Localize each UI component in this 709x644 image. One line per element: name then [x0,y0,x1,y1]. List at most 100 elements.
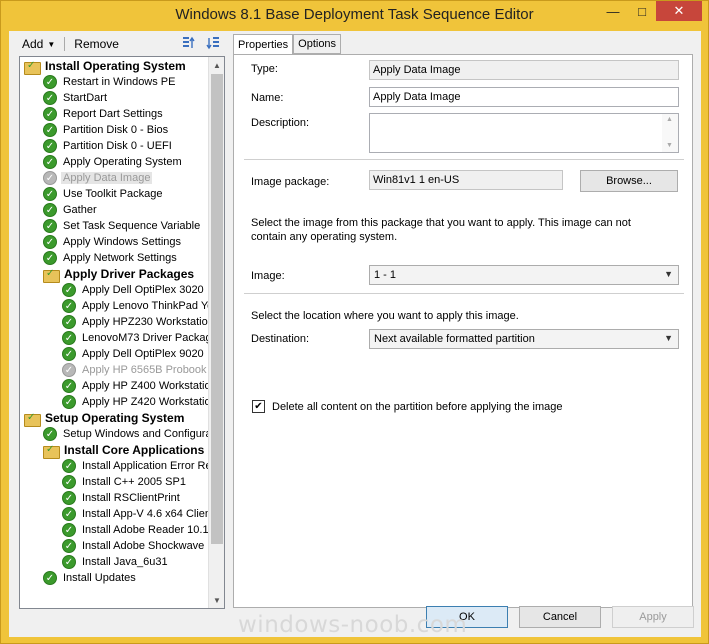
tree-item-label: LenovoM73 Driver Packag [82,332,208,344]
image-select-value: 1 - 1 [374,269,397,281]
image-package-label: Image package: [251,176,330,188]
remove-button[interactable]: Remove [69,37,124,51]
tree-item-label: Setup Windows and Configura [63,428,208,440]
tree-step[interactable]: ✓ Install Adobe Reader 10.1 [62,522,208,538]
scroll-down-icon[interactable]: ▼ [666,142,673,149]
scroll-thumb[interactable] [211,74,223,544]
tree-step[interactable]: ✓ Apply Operating System [43,154,184,170]
tree-item-label: Apply Network Settings [63,252,177,264]
tree-step[interactable]: ✓ StartDart [43,90,109,106]
tree-group[interactable]: Install Operating System [24,58,188,75]
tree-group[interactable]: Install Core Applications [43,442,206,459]
tree-step[interactable]: ✓ Install RSClientPrint [62,490,182,506]
tree-step[interactable]: ✓ Install App-V 4.6 x64 Client [62,506,208,522]
tree-group[interactable]: Apply Driver Packages [43,266,196,283]
add-label: Add [22,37,44,51]
delete-content-checkbox[interactable]: ✔ [252,400,265,413]
destination-select-value: Next available formatted partition [374,333,535,345]
check-icon: ✓ [43,107,57,121]
close-button[interactable]: ✕ [656,1,702,21]
cancel-button[interactable]: Cancel [519,606,601,628]
select-image-text-1: Select the image from this package that … [251,217,631,229]
tree-step[interactable]: ✓ Apply HPZ230 Workstation [62,314,208,330]
scroll-up-icon[interactable]: ▲ [209,57,224,73]
check-icon: ✓ [62,315,76,329]
toolbar-icons [181,35,221,51]
chevron-down-icon: ▼ [664,333,673,343]
tree-item-label: Apply Windows Settings [63,236,181,248]
tree-step[interactable]: ✓ Apply Dell OptiPlex 3020 [62,282,206,298]
tree-step[interactable]: ✓ Apply HP Z400 Workstatio [62,378,208,394]
tree-step[interactable]: ✓ Use Toolkit Package [43,186,164,202]
tree-step[interactable]: ✓ Restart in Windows PE [43,74,177,90]
tree-step[interactable]: ✓ Gather [43,202,99,218]
tree-scrollbar[interactable]: ▲ ▼ [208,57,224,608]
editor-window: Windows 8.1 Base Deployment Task Sequenc… [0,0,709,644]
description-scrollbar[interactable]: ▲ ▼ [662,114,678,152]
folder-icon [43,444,60,459]
tree-step[interactable]: ✓ Set Task Sequence Variable [43,218,202,234]
apply-button[interactable]: Apply [612,606,694,628]
tree-step[interactable]: ✓ Install C++ 2005 SP1 [62,474,188,490]
check-icon: ✓ [62,523,76,537]
tree-step[interactable]: ✓ Apply Dell OptiPlex 9020 [62,346,206,362]
tree-item-label: Install Core Applications [64,443,205,457]
check-icon: ✓ [43,219,57,233]
tree-step[interactable]: ✓ Apply Windows Settings [43,234,183,250]
description-label: Description: [251,117,310,129]
task-sequence-tree[interactable]: Install Operating System ✓ Restart in Wind… [19,56,225,609]
tree-step[interactable]: ✓ Partition Disk 0 - UEFI [43,138,174,154]
minimize-button[interactable]: — [598,1,628,21]
tree-item-label: Install App-V 4.6 x64 Client [82,508,208,520]
tree-step[interactable]: ✓ Report Dart Settings [43,106,165,122]
check-icon: ✓ [62,363,76,377]
check-icon: ✓ [62,395,76,409]
tree-step[interactable]: ✓ Apply HP Z420 Workstatio [62,394,208,410]
tree-step[interactable]: ✓ Apply HP 6565B Probook [62,362,208,378]
chevron-down-icon: ▼ [47,39,56,49]
tab-options[interactable]: Options [293,34,342,54]
tree-step[interactable]: ✓ Install Application Error Rep [62,458,208,474]
maximize-button[interactable]: □ [628,1,656,21]
tree-step[interactable]: ✓ Setup Windows and Configura [43,426,208,442]
tree-item-label: Partition Disk 0 - UEFI [63,140,172,152]
select-location-text: Select the location where you want to ap… [251,310,519,322]
name-label: Name: [251,92,284,104]
tree-group[interactable]: Setup Operating System [24,410,186,427]
check-icon: ✓ [62,555,76,569]
add-button[interactable]: Add ▼ [17,37,60,51]
image-label: Image: [251,270,285,282]
tree-item-label: Install Application Error Rep [82,460,208,472]
tree-step[interactable]: ✓ Apply Network Settings [43,250,179,266]
scroll-up-icon[interactable]: ▲ [666,116,673,123]
tree-item-label: Apply Operating System [63,156,182,168]
tree-step[interactable]: ✓ Install Updates [43,570,138,586]
tree-item-label: Setup Operating System [45,411,185,425]
move-up-icon[interactable] [181,35,197,51]
tree-step[interactable]: ✓ Partition Disk 0 - Bios [43,122,170,138]
tree-step[interactable]: ✓ Apply Data Image [43,170,153,186]
browse-button[interactable]: Browse... [580,170,678,192]
tree-item-label: Install Adobe Shockwave [82,540,205,552]
name-field[interactable]: Apply Data Image [369,87,679,107]
image-select[interactable]: 1 - 1 ▼ [369,265,679,285]
check-icon: ✓ [62,331,76,345]
tree-item-label: Apply HP Z420 Workstatio [82,396,208,408]
check-icon: ✓ [62,507,76,521]
tab-properties[interactable]: Properties [233,34,294,55]
check-icon: ✓ [43,75,57,89]
scroll-down-icon[interactable]: ▼ [209,592,224,608]
title-bar[interactable]: Windows 8.1 Base Deployment Task Sequenc… [1,1,708,31]
tree-step[interactable]: ✓ Install Java_6u31 [62,554,170,570]
client-area: Add ▼ Remove Install Operating System ✓ Re… [9,31,701,637]
move-down-icon[interactable] [205,35,221,51]
tree-step[interactable]: ✓ Apply Lenovo ThinkPad Yo [62,298,208,314]
toolbar-divider [64,37,66,51]
destination-select[interactable]: Next available formatted partition ▼ [369,329,679,349]
description-field[interactable]: ▲ ▼ [369,113,679,153]
tree-step[interactable]: ✓ Install Adobe Shockwave [62,538,206,554]
check-icon: ✓ [43,139,57,153]
check-icon: ✓ [62,299,76,313]
tree-step[interactable]: ✓ LenovoM73 Driver Packag [62,330,208,346]
check-icon: ✓ [43,91,57,105]
